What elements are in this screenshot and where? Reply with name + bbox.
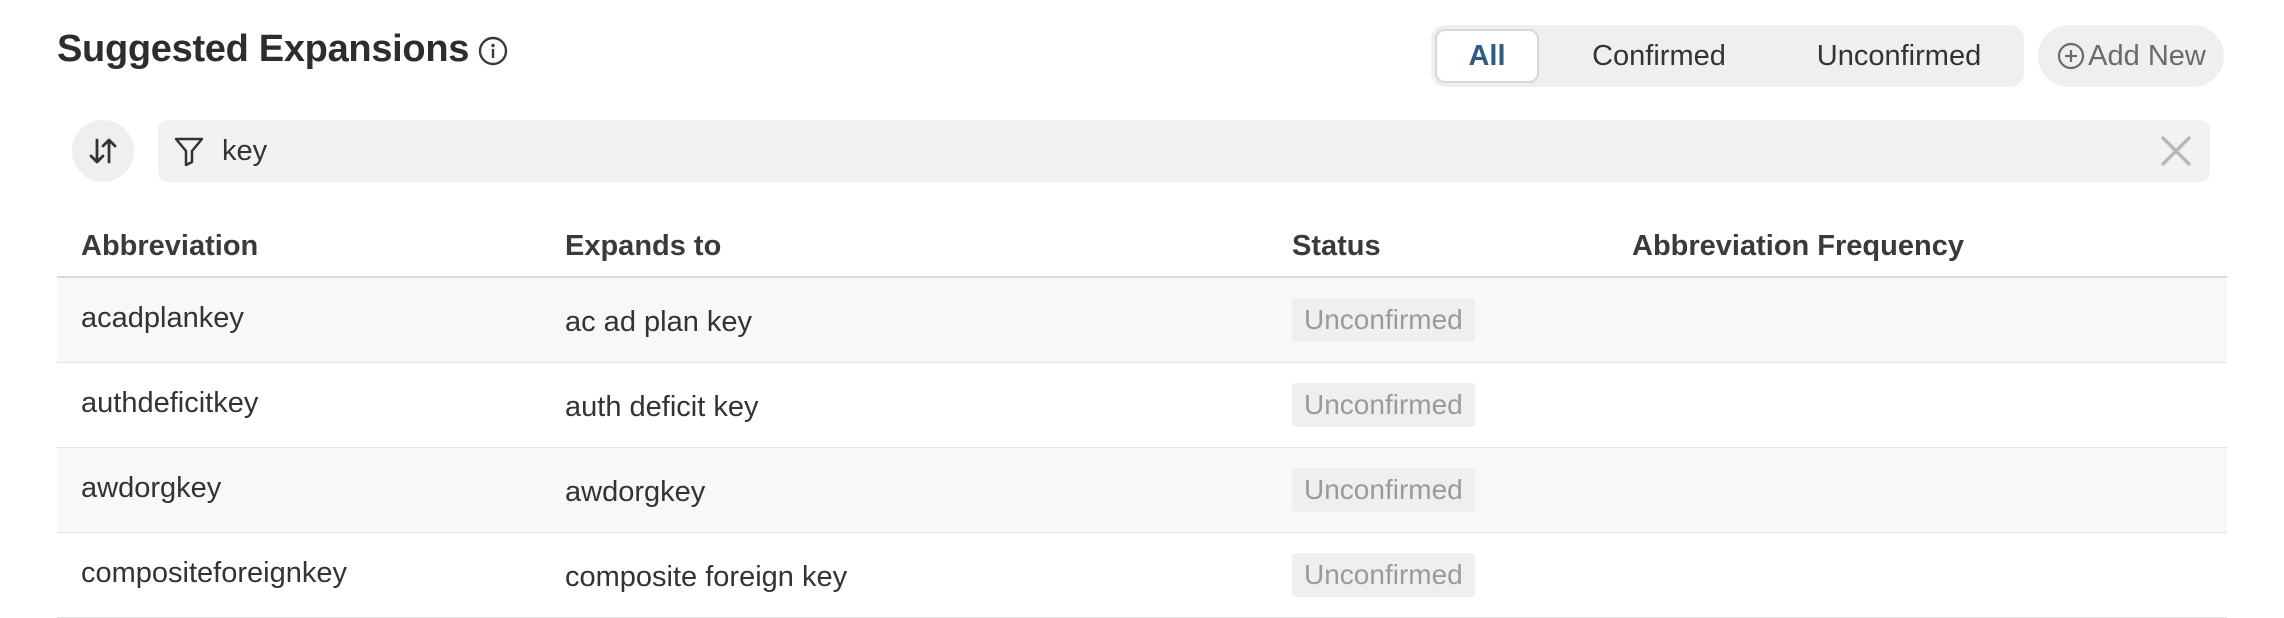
expands-to-cell: auth deficit key [565,391,759,423]
table-row[interactable]: awdorgkey awdorgkey Unconfirmed [57,448,2227,533]
table-row[interactable]: acadplankey ac ad plan key Unconfirmed [57,278,2227,363]
add-new-button[interactable]: Add New [2038,25,2224,87]
close-x-icon[interactable] [2158,133,2194,169]
status-badge: Unconfirmed [1292,298,1475,342]
filter-funnel-icon [174,137,204,167]
table-row[interactable]: authdeficitkey auth deficit key Unconfir… [57,363,2227,448]
column-header-status[interactable]: Status [1292,230,1381,263]
column-header-abbreviation[interactable]: Abbreviation [81,230,258,263]
sort-arrows-icon [89,138,117,164]
filter-confirmed-button[interactable]: Confirmed [1539,29,1779,83]
abbreviation-cell: awdorgkey [81,472,222,504]
sort-button[interactable] [72,120,134,182]
abbreviation-cell: acadplankey [81,302,244,334]
add-new-label: Add New [2088,39,2206,72]
expands-to-cell: awdorgkey [565,476,706,508]
column-header-expands-to[interactable]: Expands to [565,230,721,263]
abbreviation-cell: authdeficitkey [81,387,259,419]
info-icon[interactable] [477,35,509,67]
page-header: Suggested Expansions [57,28,509,71]
status-badge: Unconfirmed [1292,383,1475,427]
filter-input[interactable] [220,133,2124,169]
plus-circle-icon [2058,42,2085,70]
expands-to-cell: composite foreign key [565,561,848,593]
status-badge: Unconfirmed [1292,468,1475,512]
page-title: Suggested Expansions [57,28,470,70]
expansions-table: Abbreviation Expands to Status Abbreviat… [57,218,2227,618]
filter-search-bar [158,120,2210,182]
column-header-frequency[interactable]: Abbreviation Frequency [1632,230,1964,263]
table-row[interactable]: compositeforeignkey composite foreign ke… [57,533,2227,618]
expands-to-cell: ac ad plan key [565,306,753,338]
status-filter-segmented-control: All Confirmed Unconfirmed [1431,25,2024,87]
table-header: Abbreviation Expands to Status Abbreviat… [57,218,2227,278]
abbreviation-cell: compositeforeignkey [81,557,347,589]
status-badge: Unconfirmed [1292,553,1475,597]
filter-unconfirmed-button[interactable]: Unconfirmed [1779,29,2019,83]
filter-all-button[interactable]: All [1435,29,1539,83]
